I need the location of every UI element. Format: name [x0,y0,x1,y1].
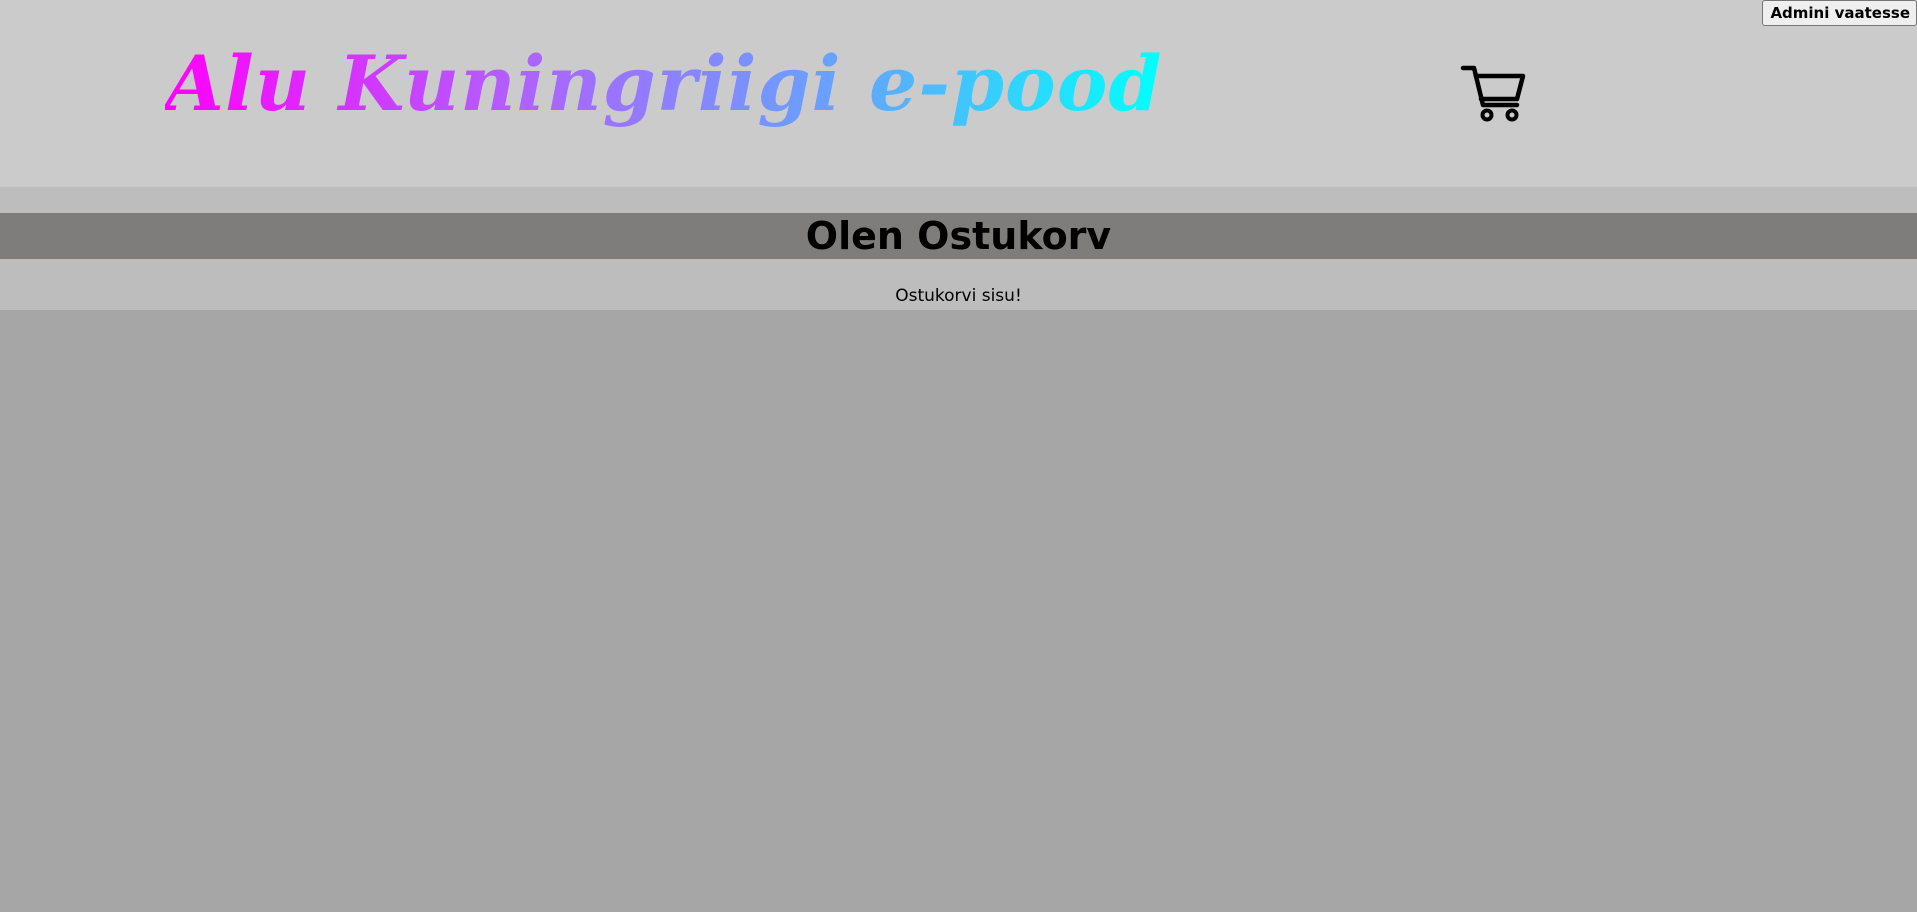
page-title-bar: Olen Ostukorv [0,213,1917,259]
cart-section: Olen Ostukorv Ostukorvi sisu! [0,187,1917,310]
site-header: Alu Kuningriigi e-pood Admini vaatesse [0,0,1917,187]
shopping-cart-icon [1460,65,1526,122]
admin-view-button[interactable]: Admini vaatesse [1762,0,1917,26]
site-logo[interactable]: Alu Kuningriigi e-pood [165,34,1163,134]
page-title: Olen Ostukorv [805,214,1112,258]
cart-contents-text: Ostukorvi sisu! [895,286,1022,306]
cart-button[interactable] [1460,62,1526,122]
